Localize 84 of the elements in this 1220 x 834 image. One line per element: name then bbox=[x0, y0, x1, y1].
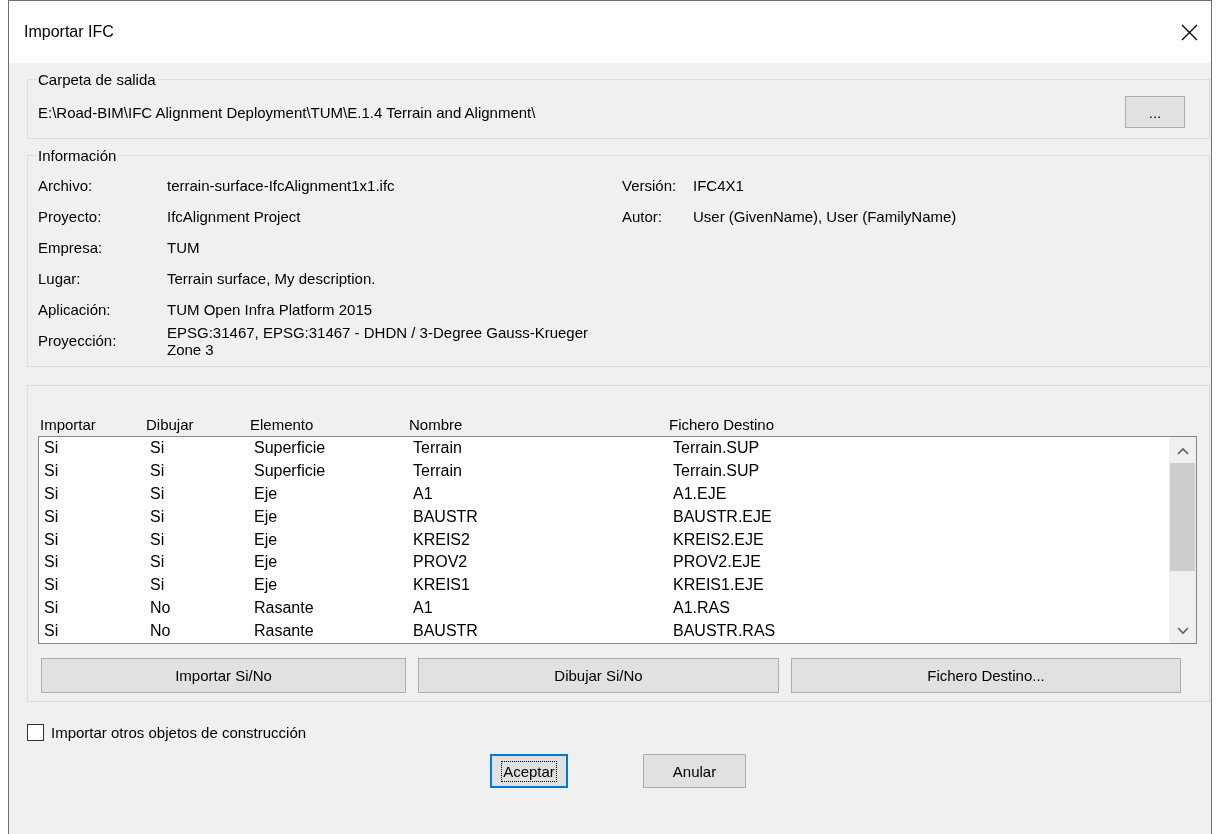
scroll-up-icon[interactable] bbox=[1176, 447, 1189, 455]
checkbox[interactable] bbox=[27, 724, 44, 741]
field-value: User (GivenName), User (FamilyName) bbox=[693, 208, 958, 225]
field-value: IfcAlignment Project bbox=[167, 208, 302, 225]
field-value: terrain-surface-IfcAlignment1x1.ifc bbox=[167, 177, 396, 194]
column-header: Dibujar bbox=[146, 415, 195, 433]
list-cell-text: No bbox=[150, 621, 172, 640]
action-button[interactable]: Fichero Destino... bbox=[791, 658, 1181, 693]
list-cell-text: Si bbox=[44, 553, 60, 572]
list-cell-text: Si bbox=[150, 462, 166, 481]
list-cell-text: Eje bbox=[254, 530, 279, 549]
field-label: Aplicación: bbox=[38, 301, 112, 318]
list-cell-text: Si bbox=[44, 439, 60, 458]
field-label: Lugar: bbox=[38, 270, 82, 287]
list-cell-text: Si bbox=[150, 530, 166, 549]
list-cell-text: BAUSTR bbox=[413, 507, 479, 526]
list-cell-text: Terrain bbox=[413, 462, 463, 481]
group-title: Información bbox=[37, 147, 118, 164]
dialog-button[interactable]: Aceptar bbox=[490, 754, 568, 788]
list-cell-text: Eje bbox=[254, 507, 279, 526]
list-cell-text: Eje bbox=[254, 553, 279, 572]
checkbox-label: Importar otros objetos de construcción bbox=[51, 724, 307, 741]
browse-button[interactable]: ... bbox=[1125, 96, 1185, 128]
field-value: TUM Open Infra Platform 2015 bbox=[167, 301, 374, 318]
field-label: Empresa: bbox=[38, 239, 104, 256]
list-cell-text: Si bbox=[150, 439, 166, 458]
list-cell-text: Terrain bbox=[413, 439, 463, 458]
list-cell-text: KREIS2 bbox=[413, 530, 471, 549]
list-cell-text: Si bbox=[150, 576, 166, 595]
list-cell-text: No bbox=[150, 598, 172, 617]
list-cell-text: Si bbox=[44, 576, 60, 595]
list-cell-text: BAUSTR bbox=[413, 621, 479, 640]
element-list[interactable] bbox=[38, 436, 1197, 644]
field-label: Proyección: bbox=[38, 332, 118, 349]
dialog-button[interactable]: Anular bbox=[643, 754, 746, 788]
list-cell-text: KREIS1 bbox=[413, 576, 471, 595]
field-label: Archivo: bbox=[38, 177, 94, 194]
list-cell-text: Si bbox=[44, 485, 60, 503]
list-cell-text: A1 bbox=[413, 485, 434, 503]
column-header: Elemento bbox=[250, 415, 315, 433]
close-icon[interactable] bbox=[1181, 23, 1198, 41]
list-cell-text: Si bbox=[150, 507, 166, 526]
list-cell-text: Superficie bbox=[254, 462, 327, 481]
list-cell-text: PROV2.EJE bbox=[673, 553, 763, 572]
scroll-down-icon[interactable] bbox=[1176, 627, 1189, 635]
column-header: Importar bbox=[40, 415, 97, 433]
list-cell-text: Si bbox=[44, 462, 60, 481]
group-title: Carpeta de salida bbox=[37, 71, 157, 88]
column-header: Nombre bbox=[409, 415, 464, 433]
list-cell-text: KREIS1.EJE bbox=[673, 576, 765, 595]
list-cell-text: Si bbox=[44, 621, 60, 640]
list-cell-text: BAUSTR.RAS bbox=[673, 621, 777, 640]
field-value: EPSG:31467, EPSG:31467 - DHDN / 3-Degree Gauss-Krueger Zone 3 bbox=[167, 323, 590, 358]
field-label: Versión: bbox=[622, 177, 678, 194]
list-cell-text: Si bbox=[150, 485, 166, 503]
list-cell-text: PROV2 bbox=[413, 553, 469, 572]
list-cell-text: A1.RAS bbox=[673, 598, 731, 617]
list-cell-text: A1 bbox=[413, 598, 434, 617]
action-button[interactable]: Importar Si/No bbox=[41, 658, 406, 693]
list-cell-text: Eje bbox=[254, 576, 279, 595]
list-cell-text: BAUSTR.EJE bbox=[673, 507, 773, 526]
list-cell-text: Terrain.SUP bbox=[673, 462, 761, 481]
list-cell-text: Si bbox=[44, 598, 60, 617]
scrollbar[interactable] bbox=[1169, 437, 1196, 643]
scroll-thumb[interactable] bbox=[1170, 463, 1195, 571]
list-cell-text: KREIS2.EJE bbox=[673, 530, 765, 549]
field-value: Terrain surface, My description. bbox=[167, 270, 377, 287]
list-cell-text: Si bbox=[44, 507, 60, 526]
field-label: Autor: bbox=[622, 208, 664, 225]
window-title: Importar IFC bbox=[24, 23, 114, 41]
list-cell-text: Superficie bbox=[254, 439, 327, 458]
column-header: Fichero Destino bbox=[669, 415, 776, 433]
list-cell-text: Rasante bbox=[254, 621, 315, 640]
list-cell-text: Eje bbox=[254, 485, 279, 503]
action-button[interactable]: Dibujar Si/No bbox=[418, 658, 779, 693]
list-cell-text: A1.EJE bbox=[673, 485, 728, 503]
list-cell-text: Si bbox=[44, 530, 60, 549]
list-cell-text: Rasante bbox=[254, 598, 315, 617]
field-value: IFC4X1 bbox=[693, 177, 745, 194]
field-value: TUM bbox=[167, 239, 201, 256]
field-label: Proyecto: bbox=[38, 208, 103, 225]
list-cell-text: Terrain.SUP bbox=[673, 439, 761, 458]
list-cell-text: Si bbox=[150, 553, 166, 572]
folder-path: E:\Road-BIM\IFC Alignment Deployment\TUM\E.1.4 Terrain and Alignment\ bbox=[38, 103, 536, 121]
